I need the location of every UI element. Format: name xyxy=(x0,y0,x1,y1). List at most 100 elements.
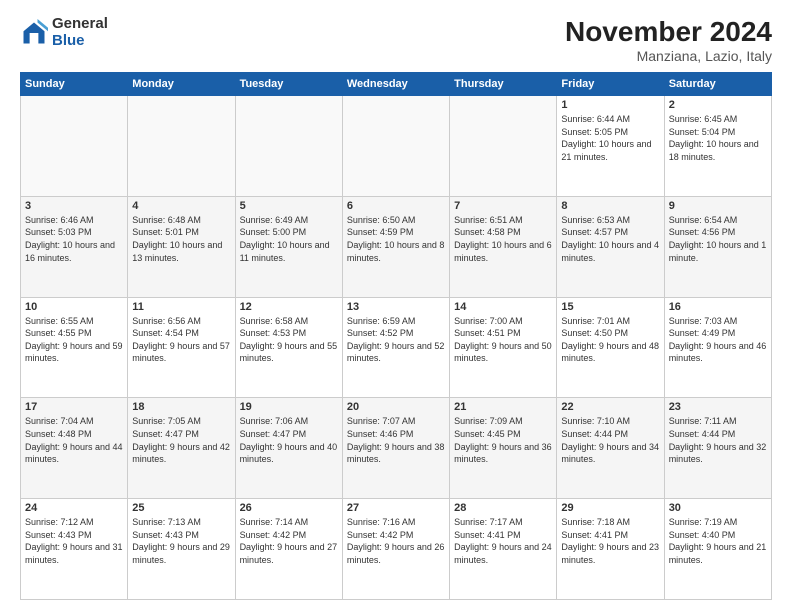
day-number: 28 xyxy=(454,502,552,514)
calendar-cell: 16Sunrise: 7:03 AM Sunset: 4:49 PM Dayli… xyxy=(664,297,771,398)
calendar-cell: 15Sunrise: 7:01 AM Sunset: 4:50 PM Dayli… xyxy=(557,297,664,398)
day-number: 5 xyxy=(240,200,338,212)
day-info: Sunrise: 7:10 AM Sunset: 4:44 PM Dayligh… xyxy=(561,415,659,465)
calendar-cell: 24 Sunrise: 7:12 AM Sunset: 4:43 PM Dayli… xyxy=(21,499,128,600)
calendar-cell: 26 Sunrise: 7:14 AM Sunset: 4:42 PM Dayli… xyxy=(235,499,342,600)
calendar-cell: 10 Sunrise: 6:55 AM Sunset: 4:55 PM Dayli… xyxy=(21,297,128,398)
day-info: Sunrise: 7:09 AM Sunset: 4:45 PM Dayligh… xyxy=(454,415,552,465)
logo-icon xyxy=(20,19,48,47)
logo-text: General Blue xyxy=(52,16,108,49)
day-info: Sunrise: 7:05 AM Sunset: 4:47 PM Dayligh… xyxy=(132,415,230,465)
day-number: 17 xyxy=(25,401,123,413)
day-number: 24 xyxy=(25,502,123,514)
day-info: Sunrise: 7:00 AM Sunset: 4:51 PM Dayligh… xyxy=(454,315,552,365)
day-number: 9 xyxy=(669,200,767,212)
logo-general-text: General xyxy=(52,16,108,33)
calendar-table: Sunday Monday Tuesday Wednesday Thursday… xyxy=(20,72,772,600)
day-info: Sunrise: 7:16 AM Sunset: 4:42 PM Dayligh… xyxy=(347,516,445,566)
day-info: Sunrise: 7:12 AM Sunset: 4:43 PM Dayligh… xyxy=(25,516,123,566)
calendar-cell: 30 Sunrise: 7:19 AM Sunset: 4:40 PM Dayli… xyxy=(664,499,771,600)
calendar-cell xyxy=(128,96,235,197)
day-number: 27 xyxy=(347,502,445,514)
day-number: 30 xyxy=(669,502,767,514)
day-info: Sunrise: 7:04 AM Sunset: 4:48 PM Dayligh… xyxy=(25,415,123,465)
day-number: 19 xyxy=(240,401,338,413)
calendar-cell: 3 Sunrise: 6:46 AM Sunset: 5:03 PM Daylig… xyxy=(21,196,128,297)
title-section: November 2024 Manziana, Lazio, Italy xyxy=(565,16,772,64)
day-number: 4 xyxy=(132,200,230,212)
header-thursday: Thursday xyxy=(450,73,557,96)
header-friday: Friday xyxy=(557,73,664,96)
calendar-cell: 2 Sunrise: 6:45 AM Sunset: 5:04 PM Daylig… xyxy=(664,96,771,197)
calendar-cell xyxy=(450,96,557,197)
day-number: 15 xyxy=(561,301,659,313)
calendar-cell: 13 Sunrise: 6:59 AM Sunset: 4:52 PM Dayli… xyxy=(342,297,449,398)
day-info: Sunrise: 7:19 AM Sunset: 4:40 PM Dayligh… xyxy=(669,516,767,566)
day-number: 20 xyxy=(347,401,445,413)
day-info: Sunrise: 6:56 AM Sunset: 4:54 PM Dayligh… xyxy=(132,315,230,365)
calendar-cell: 11 Sunrise: 6:56 AM Sunset: 4:54 PM Dayli… xyxy=(128,297,235,398)
page: General Blue November 2024 Manziana, Laz… xyxy=(0,0,792,612)
calendar-cell xyxy=(21,96,128,197)
calendar-cell: 1 Sunrise: 6:44 AM Sunset: 5:05 PM Daylig… xyxy=(557,96,664,197)
day-info: Sunrise: 7:14 AM Sunset: 4:42 PM Dayligh… xyxy=(240,516,338,566)
day-info: Sunrise: 7:17 AM Sunset: 4:41 PM Dayligh… xyxy=(454,516,552,566)
day-number: 13 xyxy=(347,301,445,313)
header-saturday: Saturday xyxy=(664,73,771,96)
calendar-cell: 19 Sunrise: 7:06 AM Sunset: 4:47 PM Dayli… xyxy=(235,398,342,499)
day-number: 21 xyxy=(454,401,552,413)
day-info: Sunrise: 7:07 AM Sunset: 4:46 PM Dayligh… xyxy=(347,415,445,465)
day-info: Sunrise: 6:58 AM Sunset: 4:53 PM Dayligh… xyxy=(240,315,338,365)
header-tuesday: Tuesday xyxy=(235,73,342,96)
day-number: 12 xyxy=(240,301,338,313)
day-info: Sunrise: 6:45 AM Sunset: 5:04 PM Dayligh… xyxy=(669,113,767,163)
day-info: Sunrise: 7:03 AM Sunset: 4:49 PM Dayligh… xyxy=(669,315,767,365)
day-number: 2 xyxy=(669,99,767,111)
day-number: 3 xyxy=(25,200,123,212)
day-number: 11 xyxy=(132,301,230,313)
month-title: November 2024 xyxy=(565,16,772,48)
calendar-cell: 8Sunrise: 6:53 AM Sunset: 4:57 PM Daylig… xyxy=(557,196,664,297)
day-info: Sunrise: 6:53 AM Sunset: 4:57 PM Dayligh… xyxy=(561,214,659,264)
calendar-cell: 9 Sunrise: 6:54 AM Sunset: 4:56 PM Daylig… xyxy=(664,196,771,297)
calendar-cell: 7Sunrise: 6:51 AM Sunset: 4:58 PM Daylig… xyxy=(450,196,557,297)
calendar-week-row-0: 1 Sunrise: 6:44 AM Sunset: 5:05 PM Daylig… xyxy=(21,96,772,197)
calendar-cell: 22Sunrise: 7:10 AM Sunset: 4:44 PM Dayli… xyxy=(557,398,664,499)
day-info: Sunrise: 6:46 AM Sunset: 5:03 PM Dayligh… xyxy=(25,214,123,264)
day-number: 1 xyxy=(561,99,659,111)
day-info: Sunrise: 6:44 AM Sunset: 5:05 PM Dayligh… xyxy=(561,113,659,163)
day-info: Sunrise: 7:06 AM Sunset: 4:47 PM Dayligh… xyxy=(240,415,338,465)
calendar-week-row-1: 3 Sunrise: 6:46 AM Sunset: 5:03 PM Daylig… xyxy=(21,196,772,297)
day-info: Sunrise: 6:59 AM Sunset: 4:52 PM Dayligh… xyxy=(347,315,445,365)
calendar-week-row-4: 24 Sunrise: 7:12 AM Sunset: 4:43 PM Dayli… xyxy=(21,499,772,600)
header-wednesday: Wednesday xyxy=(342,73,449,96)
calendar-cell: 4 Sunrise: 6:48 AM Sunset: 5:01 PM Daylig… xyxy=(128,196,235,297)
calendar-cell: 6 Sunrise: 6:50 AM Sunset: 4:59 PM Daylig… xyxy=(342,196,449,297)
calendar-cell: 14 Sunrise: 7:00 AM Sunset: 4:51 PM Dayli… xyxy=(450,297,557,398)
calendar-cell: 27 Sunrise: 7:16 AM Sunset: 4:42 PM Dayli… xyxy=(342,499,449,600)
calendar-cell: 25Sunrise: 7:13 AM Sunset: 4:43 PM Dayli… xyxy=(128,499,235,600)
calendar-cell: 18 Sunrise: 7:05 AM Sunset: 4:47 PM Dayli… xyxy=(128,398,235,499)
calendar-cell xyxy=(342,96,449,197)
day-info: Sunrise: 6:48 AM Sunset: 5:01 PM Dayligh… xyxy=(132,214,230,264)
day-number: 6 xyxy=(347,200,445,212)
logo: General Blue xyxy=(20,16,108,49)
header-sunday: Sunday xyxy=(21,73,128,96)
day-number: 23 xyxy=(669,401,767,413)
day-info: Sunrise: 7:11 AM Sunset: 4:44 PM Dayligh… xyxy=(669,415,767,465)
day-info: Sunrise: 6:50 AM Sunset: 4:59 PM Dayligh… xyxy=(347,214,445,264)
day-number: 10 xyxy=(25,301,123,313)
calendar-cell: 21 Sunrise: 7:09 AM Sunset: 4:45 PM Dayli… xyxy=(450,398,557,499)
calendar-cell: 28 Sunrise: 7:17 AM Sunset: 4:41 PM Dayli… xyxy=(450,499,557,600)
header: General Blue November 2024 Manziana, Laz… xyxy=(20,16,772,64)
day-info: Sunrise: 6:55 AM Sunset: 4:55 PM Dayligh… xyxy=(25,315,123,365)
calendar-cell: 12 Sunrise: 6:58 AM Sunset: 4:53 PM Dayli… xyxy=(235,297,342,398)
calendar-cell: 17 Sunrise: 7:04 AM Sunset: 4:48 PM Dayli… xyxy=(21,398,128,499)
day-info: Sunrise: 6:54 AM Sunset: 4:56 PM Dayligh… xyxy=(669,214,767,264)
calendar-cell xyxy=(235,96,342,197)
logo-blue-text: Blue xyxy=(52,33,108,50)
day-number: 14 xyxy=(454,301,552,313)
day-number: 18 xyxy=(132,401,230,413)
day-number: 26 xyxy=(240,502,338,514)
location: Manziana, Lazio, Italy xyxy=(565,48,772,64)
